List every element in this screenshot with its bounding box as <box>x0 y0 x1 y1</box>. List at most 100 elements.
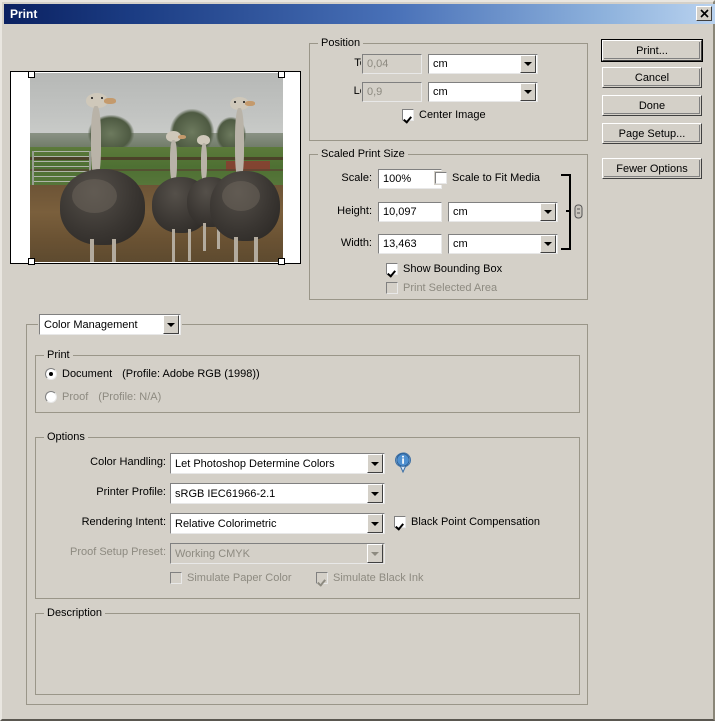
checkbox-box <box>385 281 399 295</box>
chevron-down-icon[interactable] <box>367 514 383 533</box>
fewer-options-button-label: Fewer Options <box>616 162 688 175</box>
radio-circle <box>45 391 57 403</box>
width-input[interactable]: 13,463 <box>377 233 443 255</box>
scale-to-fit-media-label: Scale to Fit Media <box>452 172 541 184</box>
show-bounding-box-checkbox[interactable]: Show Bounding Box <box>385 262 503 276</box>
chevron-down-icon <box>367 544 383 563</box>
document-label: Document <box>62 368 113 380</box>
chevron-down-icon[interactable] <box>520 55 536 73</box>
simulate-paper-color-checkbox: Simulate Paper Color <box>169 571 292 585</box>
bounding-box-handle-tl[interactable] <box>28 71 35 78</box>
options-subgroup: Options Color Handling: Let Photoshop De… <box>35 431 580 599</box>
width-unit-select[interactable]: cm <box>447 233 559 255</box>
top-unit-select[interactable]: cm <box>427 53 539 75</box>
print-selected-area-label: Print Selected Area <box>403 282 498 294</box>
height-input[interactable]: 10,097 <box>377 201 443 223</box>
printer-profile-select[interactable]: sRGB IEC61966-2.1 <box>169 482 386 505</box>
cancel-button[interactable]: Cancel <box>602 67 702 88</box>
print-subgroup: Print Document (Profile: Adobe RGB (1998… <box>35 349 580 413</box>
rendering-intent-label: Rendering Intent: <box>81 516 166 528</box>
checkbox-box <box>169 571 183 585</box>
description-subgroup: Description <box>35 607 580 695</box>
top-unit-value: cm <box>433 58 448 70</box>
fewer-options-button[interactable]: Fewer Options <box>602 158 702 179</box>
print-preview-page[interactable] <box>10 71 301 265</box>
center-image-label: Center Image <box>419 109 486 121</box>
left-unit-value: cm <box>433 86 448 98</box>
height-unit-select[interactable]: cm <box>447 201 559 223</box>
top-input[interactable]: 0,04 <box>361 53 423 75</box>
title-bar: Print <box>4 4 715 24</box>
height-unit-value: cm <box>453 206 468 218</box>
info-icon[interactable] <box>394 452 414 474</box>
print-dialog-window: Print Position 0,04 cm 0,9 cm Center Ima… <box>0 0 715 721</box>
chevron-down-icon[interactable] <box>163 315 179 334</box>
chevron-down-icon[interactable] <box>520 83 536 101</box>
print-selected-area-checkbox: Print Selected Area <box>385 281 498 295</box>
left-unit-select[interactable]: cm <box>427 81 539 103</box>
color-handling-label: Color Handling: <box>90 456 166 468</box>
bounding-box-handle-br[interactable] <box>278 258 285 265</box>
options-subgroup-label: Options <box>44 431 88 443</box>
height-label: Height: <box>337 205 372 217</box>
print-button[interactable]: Print... <box>601 39 703 62</box>
description-subgroup-label: Description <box>44 607 106 619</box>
proof-setup-preset-value: Working CMYK <box>175 547 250 560</box>
checkbox-box <box>434 171 448 185</box>
bounding-box-handle-bl[interactable] <box>28 258 35 265</box>
proof-setup-preset-select: Working CMYK <box>169 542 386 565</box>
printer-profile-label: Printer Profile: <box>96 486 166 498</box>
close-icon[interactable] <box>696 6 712 21</box>
proof-profile: (Profile: N/A) <box>98 391 162 403</box>
chevron-down-icon[interactable] <box>367 454 383 473</box>
cancel-button-label: Cancel <box>634 71 670 84</box>
section-select[interactable]: Color Management <box>38 313 182 336</box>
scale-input[interactable]: 100% <box>377 168 443 190</box>
radio-proof[interactable]: Proof (Profile: N/A) <box>45 391 161 403</box>
radio-document[interactable]: Document (Profile: Adobe RGB (1998)) <box>45 368 260 380</box>
simulate-black-ink-checkbox: Simulate Black Ink <box>315 571 424 585</box>
preview-image <box>30 73 283 262</box>
close-glyph <box>699 9 709 18</box>
position-group: Position Top: 0,04 cm Left: 0,9 cm Cente… <box>309 37 588 141</box>
simulate-black-ink-label: Simulate Black Ink <box>333 572 424 584</box>
rendering-intent-select[interactable]: Relative Colorimetric <box>169 512 386 535</box>
proof-label: Proof <box>62 391 89 403</box>
radio-circle <box>45 368 57 380</box>
color-handling-select[interactable]: Let Photoshop Determine Colors <box>169 452 386 475</box>
simulate-paper-color-label: Simulate Paper Color <box>187 572 292 584</box>
checkbox-box <box>401 108 415 122</box>
scale-label: Scale: <box>341 172 372 184</box>
proof-setup-preset-label: Proof Setup Preset: <box>70 546 166 558</box>
color-management-section: Color Management Print Document (Profile… <box>26 313 588 705</box>
width-unit-value: cm <box>453 238 468 250</box>
chevron-down-icon[interactable] <box>540 203 556 221</box>
chain-link-icon[interactable] <box>558 171 586 255</box>
chevron-down-icon[interactable] <box>540 235 556 253</box>
bounding-box-handle-tr[interactable] <box>278 71 285 78</box>
scale-to-fit-media-checkbox[interactable]: Scale to Fit Media <box>434 171 541 185</box>
printer-profile-value: sRGB IEC61966-2.1 <box>175 487 276 500</box>
done-button-label: Done <box>638 99 666 112</box>
black-point-compensation-checkbox[interactable]: Black Point Compensation <box>393 515 541 529</box>
checkbox-box <box>393 515 407 529</box>
color-handling-value: Let Photoshop Determine Colors <box>175 457 335 470</box>
scaled-print-size-group-label: Scaled Print Size <box>318 148 408 160</box>
page-setup-button-label: Page Setup... <box>618 127 686 140</box>
print-subgroup-label: Print <box>44 349 73 361</box>
section-select-value: Color Management <box>44 318 138 331</box>
width-label: Width: <box>340 237 372 249</box>
page-setup-button[interactable]: Page Setup... <box>602 123 702 144</box>
done-button[interactable]: Done <box>602 95 702 116</box>
left-input[interactable]: 0,9 <box>361 81 423 103</box>
center-image-checkbox[interactable]: Center Image <box>401 108 486 122</box>
scaled-print-size-group: Scaled Print Size Scale: 100% Scale to F… <box>309 148 588 300</box>
window-title: Print <box>10 7 38 21</box>
chevron-down-icon[interactable] <box>367 484 383 503</box>
black-point-compensation-label: Black Point Compensation <box>411 516 541 528</box>
document-profile: (Profile: Adobe RGB (1998)) <box>122 368 260 380</box>
preview-ostrich <box>208 97 283 262</box>
show-bounding-box-label: Show Bounding Box <box>403 263 503 275</box>
print-button-label: Print... <box>636 44 668 57</box>
checkbox-box <box>385 262 399 276</box>
